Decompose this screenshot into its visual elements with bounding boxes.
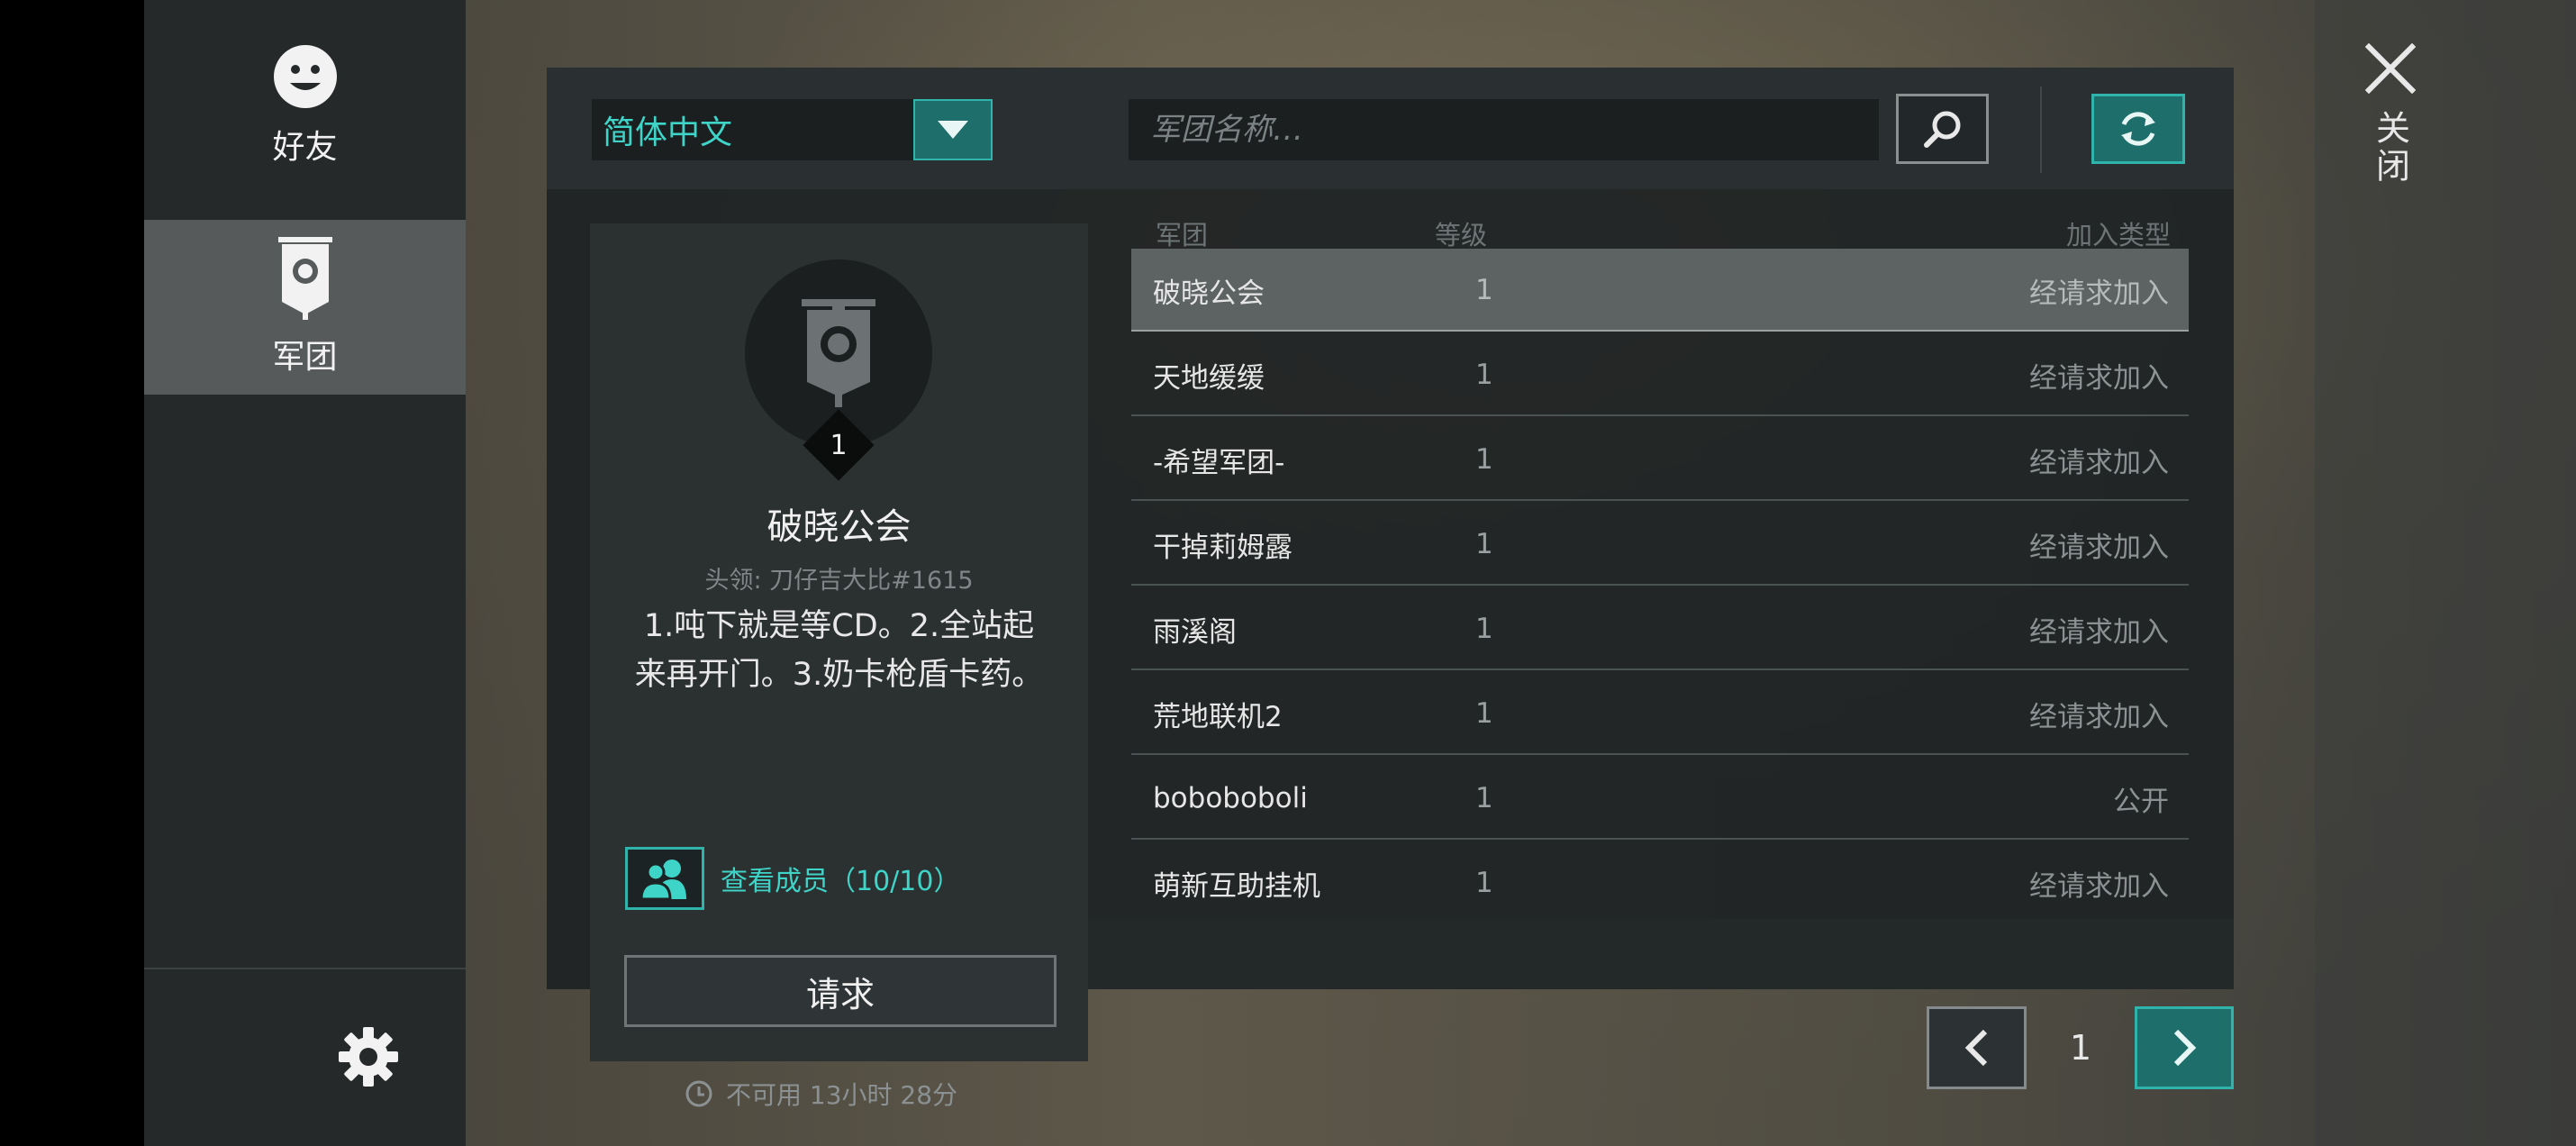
triangle-down-icon bbox=[938, 121, 968, 139]
guild-name-cell: -希望军团- bbox=[1153, 446, 1285, 479]
search-icon bbox=[1923, 111, 1960, 148]
members-icon-box bbox=[625, 847, 704, 910]
guild-name: 破晓公会 bbox=[766, 506, 912, 548]
sidebar-item-label: 好友 bbox=[272, 129, 338, 166]
view-members-button[interactable]: 查看成员（10/10） bbox=[625, 847, 967, 910]
table-row[interactable]: 干掉莉姆露 1 经请求加入 bbox=[1131, 503, 2189, 586]
guild-leader: 头领: 刀仔吉大比#1615 bbox=[704, 567, 974, 595]
sidebar-divider bbox=[144, 968, 466, 969]
smiley-face-icon bbox=[273, 45, 337, 108]
guild-level-cell: 1 bbox=[1475, 443, 1493, 476]
guild-level-cell: 1 bbox=[1475, 274, 1493, 306]
clock-icon bbox=[685, 1080, 712, 1107]
guild-list[interactable]: 破晓公会 1 经请求加入 天地缓缓 1 经请求加入 -希望军团- 1 经请求加入… bbox=[1131, 249, 2189, 915]
close-x-icon bbox=[2365, 43, 2416, 94]
guild-name-cell: boboboboli bbox=[1153, 782, 1308, 814]
chevron-right-icon bbox=[2173, 1029, 2197, 1067]
join-type-cell: 经请求加入 bbox=[2029, 531, 2169, 564]
refresh-button[interactable] bbox=[2091, 94, 2185, 164]
table-row[interactable]: 萌新互助挂机 1 经请求加入 bbox=[1131, 841, 2189, 915]
sidebar: 好友 军团 bbox=[144, 0, 466, 1146]
join-type-cell: 经请求加入 bbox=[2029, 869, 2169, 903]
close-label: 关闭 bbox=[2370, 110, 2410, 186]
guild-level-cell: 1 bbox=[1475, 528, 1493, 560]
guild-level-cell: 1 bbox=[1475, 613, 1493, 645]
cooldown-text: 不可用 13小时 28分 bbox=[726, 1080, 958, 1110]
chevron-left-icon bbox=[1964, 1029, 1987, 1067]
guild-name-cell: 干掉莉姆露 bbox=[1153, 531, 1293, 564]
table-row[interactable]: 雨溪阁 1 经请求加入 bbox=[1131, 587, 2189, 670]
join-type-cell: 经请求加入 bbox=[2029, 361, 2169, 395]
guild-level-cell: 1 bbox=[1475, 697, 1493, 730]
gear-icon bbox=[339, 1027, 398, 1087]
request-join-button[interactable]: 请求 bbox=[624, 955, 1057, 1027]
table-row[interactable]: boboboboli 1 公开 bbox=[1131, 757, 2189, 840]
guild-name-cell: 破晓公会 bbox=[1153, 277, 1265, 310]
guild-name-cell: 天地缓缓 bbox=[1153, 361, 1265, 395]
sidebar-item-label: 军团 bbox=[272, 339, 338, 376]
table-row[interactable]: 荒地联机2 1 经请求加入 bbox=[1131, 672, 2189, 755]
guild-banner-icon bbox=[802, 299, 875, 407]
toolbar-divider bbox=[2040, 86, 2042, 173]
language-select[interactable]: 简体中文 bbox=[592, 99, 993, 160]
guild-level-cell: 1 bbox=[1475, 867, 1493, 899]
guild-banner-icon bbox=[277, 237, 332, 320]
join-type-cell: 公开 bbox=[2113, 785, 2169, 818]
join-type-cell: 经请求加入 bbox=[2029, 700, 2169, 733]
close-button[interactable]: 关闭 bbox=[2354, 43, 2426, 241]
table-row[interactable]: 天地缓缓 1 经请求加入 bbox=[1131, 333, 2189, 416]
sidebar-item-friends[interactable]: 好友 bbox=[144, 18, 466, 193]
join-type-cell: 经请求加入 bbox=[2029, 446, 2169, 479]
guild-name-cell: 荒地联机2 bbox=[1153, 700, 1283, 733]
guild-level: 1 bbox=[830, 429, 848, 461]
join-type-cell: 经请求加入 bbox=[2029, 615, 2169, 649]
guild-level-cell: 1 bbox=[1475, 782, 1493, 814]
screen-edge bbox=[0, 0, 144, 1146]
cooldown-status: 不可用 13小时 28分 bbox=[685, 1074, 957, 1114]
page-number: 1 bbox=[2069, 1028, 2092, 1068]
panel-footer bbox=[1088, 919, 2234, 989]
dropdown-button[interactable] bbox=[913, 99, 993, 160]
sidebar-item-guild[interactable]: 军团 bbox=[144, 220, 466, 395]
table-row[interactable]: -希望军团- 1 经请求加入 bbox=[1131, 418, 2189, 501]
view-members-label: 查看成员（10/10） bbox=[721, 866, 961, 897]
guild-name-cell: 萌新互助挂机 bbox=[1153, 869, 1320, 903]
table-row[interactable]: 破晓公会 1 经请求加入 bbox=[1131, 249, 2189, 332]
members-icon bbox=[639, 860, 686, 899]
next-page-button[interactable] bbox=[2135, 1006, 2234, 1089]
join-type-cell: 经请求加入 bbox=[2029, 277, 2169, 310]
search-button[interactable] bbox=[1896, 94, 1989, 164]
guild-level-cell: 1 bbox=[1475, 359, 1493, 391]
language-value: 简体中文 bbox=[603, 114, 733, 151]
guild-search-input[interactable] bbox=[1129, 99, 1879, 160]
column-header-level: 等级 bbox=[1435, 220, 1488, 250]
settings-button[interactable] bbox=[333, 1022, 404, 1092]
guild-name-cell: 雨溪阁 bbox=[1153, 615, 1237, 649]
prev-page-button[interactable] bbox=[1927, 1006, 2027, 1089]
guild-description: 1.吨下就是等CD。2.全站起来再开门。3.奶卡枪盾卡药。 bbox=[634, 608, 1044, 693]
column-header-join-type: 加入类型 bbox=[2065, 220, 2171, 250]
column-header-name: 军团 bbox=[1156, 220, 1209, 250]
refresh-icon bbox=[2121, 112, 2155, 146]
